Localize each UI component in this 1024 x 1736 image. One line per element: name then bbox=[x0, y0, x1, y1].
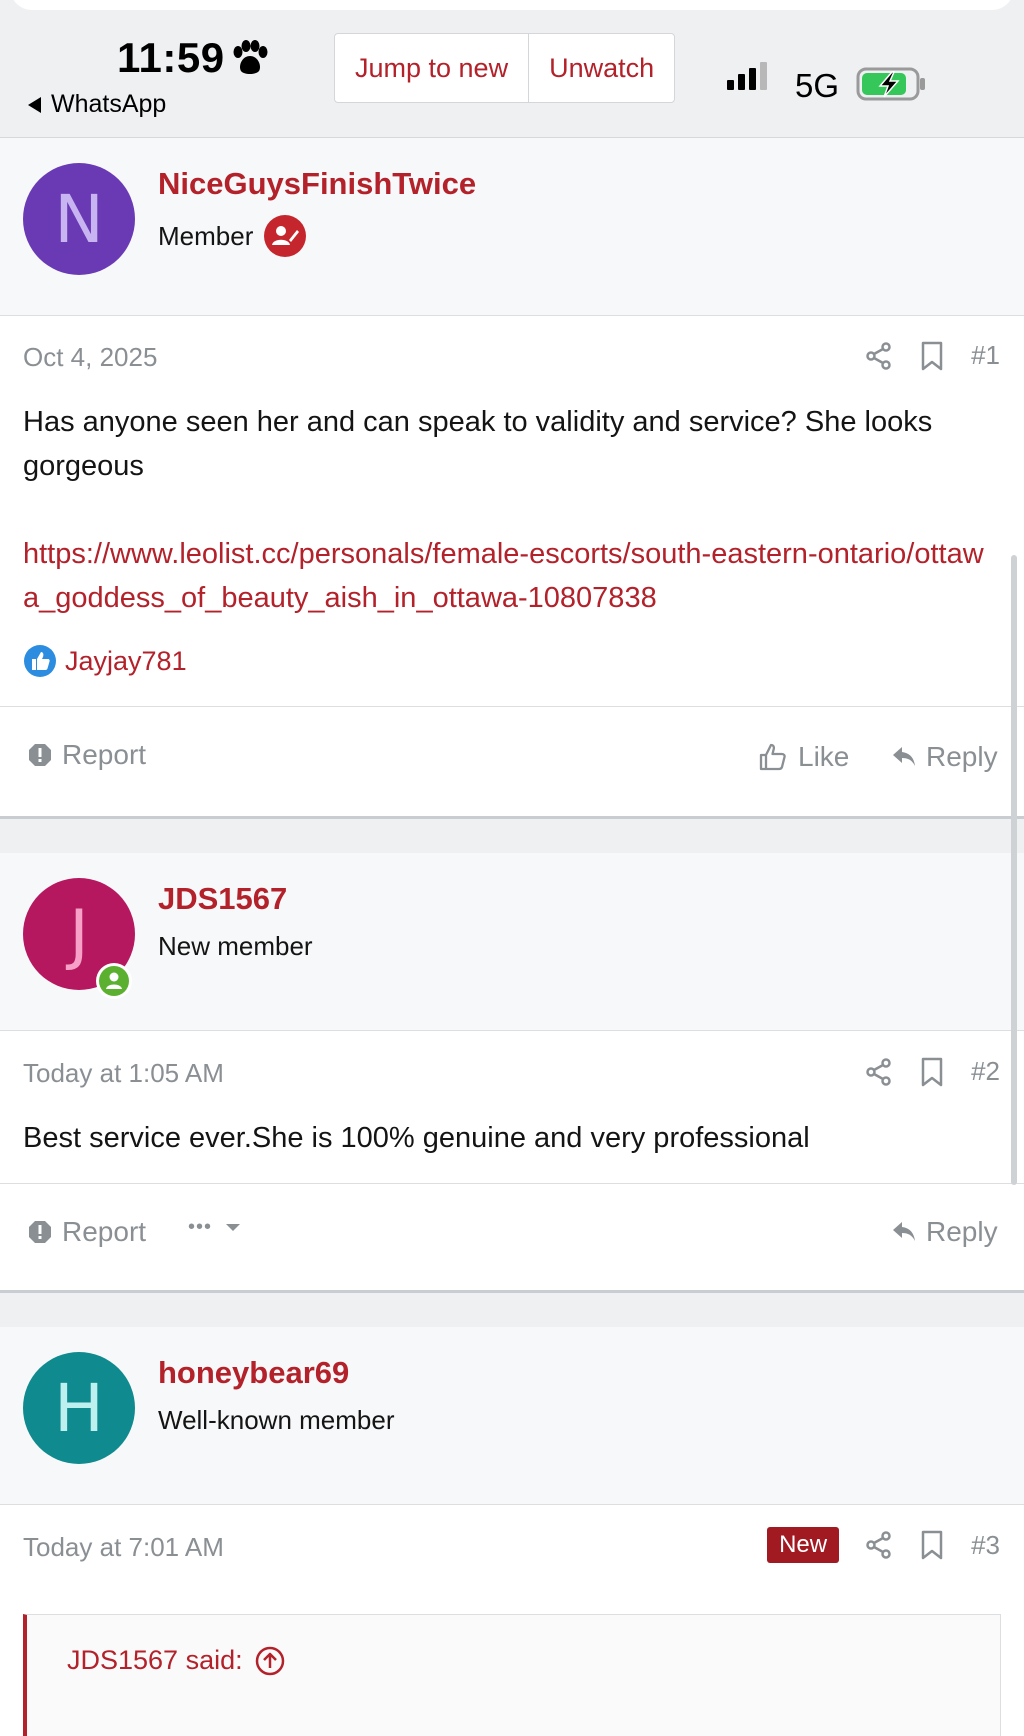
username[interactable]: honeybear69 bbox=[158, 1355, 349, 1391]
chevron-down-icon bbox=[226, 1224, 241, 1231]
post-3: H honeybear69 Well-known member Today at… bbox=[0, 1327, 1024, 1736]
quote-author-link[interactable]: JDS1567 said: bbox=[67, 1645, 285, 1676]
post-separator bbox=[0, 1290, 1024, 1293]
post-meta-actions: #2 bbox=[865, 1056, 1000, 1087]
battery-charging-icon bbox=[856, 67, 925, 101]
post-date[interactable]: Today at 7:01 AM bbox=[23, 1532, 224, 1563]
like-reaction-icon bbox=[24, 645, 56, 677]
back-to-app[interactable]: WhatsApp bbox=[28, 90, 166, 119]
post-meta-actions: New #3 bbox=[767, 1527, 1000, 1563]
post-3-user-block: H honeybear69 Well-known member bbox=[0, 1327, 1024, 1505]
post-1-footer: Report Like Reply bbox=[0, 706, 1024, 818]
online-status-icon bbox=[96, 963, 132, 999]
share-icon[interactable] bbox=[865, 1057, 893, 1086]
jump-to-new-button[interactable]: Jump to new bbox=[335, 34, 528, 102]
bookmark-icon[interactable] bbox=[919, 1530, 945, 1560]
top-card-edge bbox=[0, 0, 1024, 12]
post-2-footer: Report ••• Reply bbox=[0, 1183, 1024, 1290]
post-separator bbox=[0, 816, 1024, 819]
unwatch-button[interactable]: Unwatch bbox=[528, 34, 674, 102]
more-label: ••• bbox=[188, 1216, 213, 1238]
post-body: Has anyone seen her and can speak to val… bbox=[23, 406, 933, 482]
user-title: Member bbox=[158, 214, 307, 258]
post-date[interactable]: Oct 4, 2025 bbox=[23, 342, 157, 373]
reply-button[interactable]: Reply bbox=[892, 741, 998, 773]
share-icon[interactable] bbox=[865, 341, 893, 370]
reply-icon bbox=[893, 1222, 915, 1241]
avatar[interactable]: N bbox=[23, 163, 135, 275]
thumbs-up-icon bbox=[759, 743, 786, 771]
username[interactable]: JDS1567 bbox=[158, 881, 287, 917]
network-type: 5G bbox=[795, 67, 840, 104]
back-app-label: WhatsApp bbox=[51, 90, 167, 118]
post-body: Best service ever.She is 100% genuine an… bbox=[23, 1122, 810, 1154]
share-icon[interactable] bbox=[865, 1531, 893, 1559]
arrow-up-circle-icon bbox=[255, 1646, 284, 1675]
status-bar: 11:59 WhatsApp Jump to new Unwatch 5G bbox=[0, 12, 1024, 138]
report-button[interactable]: Report bbox=[28, 739, 146, 771]
status-time: 11:59 bbox=[117, 34, 225, 81]
report-icon bbox=[29, 744, 51, 766]
reply-icon bbox=[893, 747, 915, 766]
report-button[interactable]: Report bbox=[28, 1216, 146, 1248]
quote-block: JDS1567 said: bbox=[23, 1614, 1001, 1736]
post-number[interactable]: #2 bbox=[971, 1056, 1000, 1087]
paw-icon bbox=[233, 40, 268, 74]
post-number[interactable]: #3 bbox=[971, 1530, 1000, 1561]
user-title: New member bbox=[158, 931, 313, 961]
reply-button[interactable]: Reply bbox=[892, 1216, 998, 1248]
like-button[interactable]: Like bbox=[758, 741, 849, 773]
username[interactable]: NiceGuysFinishTwice bbox=[158, 166, 476, 202]
post-2-user-block: J JDS1567 New member bbox=[0, 853, 1024, 1031]
bookmark-icon[interactable] bbox=[919, 1057, 945, 1087]
post-link[interactable]: https://www.leolist.cc/personals/female-… bbox=[23, 532, 984, 620]
back-arrow-icon bbox=[28, 96, 41, 113]
scrollbar[interactable] bbox=[1011, 555, 1017, 1185]
report-icon bbox=[29, 1221, 51, 1243]
cell-signal-icon bbox=[727, 62, 767, 90]
post-1: N NiceGuysFinishTwice Member Oct 4, 2025… bbox=[0, 138, 1024, 818]
user-title: Well-known member bbox=[158, 1405, 395, 1435]
post-1-user-block: N NiceGuysFinishTwice Member bbox=[0, 138, 1024, 316]
post-2: J JDS1567 New member Today at 1:05 AM #2… bbox=[0, 853, 1024, 1290]
thread-action-group: Jump to new Unwatch bbox=[334, 33, 676, 103]
post-meta-actions: #1 bbox=[865, 340, 1000, 371]
reaction-user[interactable]: Jayjay781 bbox=[65, 646, 187, 677]
more-options-button[interactable]: ••• bbox=[188, 1216, 241, 1239]
avatar[interactable]: H bbox=[23, 1352, 135, 1464]
new-badge: New bbox=[767, 1527, 840, 1563]
bookmark-icon[interactable] bbox=[919, 341, 945, 371]
post-number[interactable]: #1 bbox=[971, 340, 1000, 371]
post-date[interactable]: Today at 1:05 AM bbox=[23, 1058, 224, 1089]
edit-badge-icon bbox=[264, 215, 307, 257]
reactions-bar[interactable]: Jayjay781 bbox=[23, 644, 187, 678]
